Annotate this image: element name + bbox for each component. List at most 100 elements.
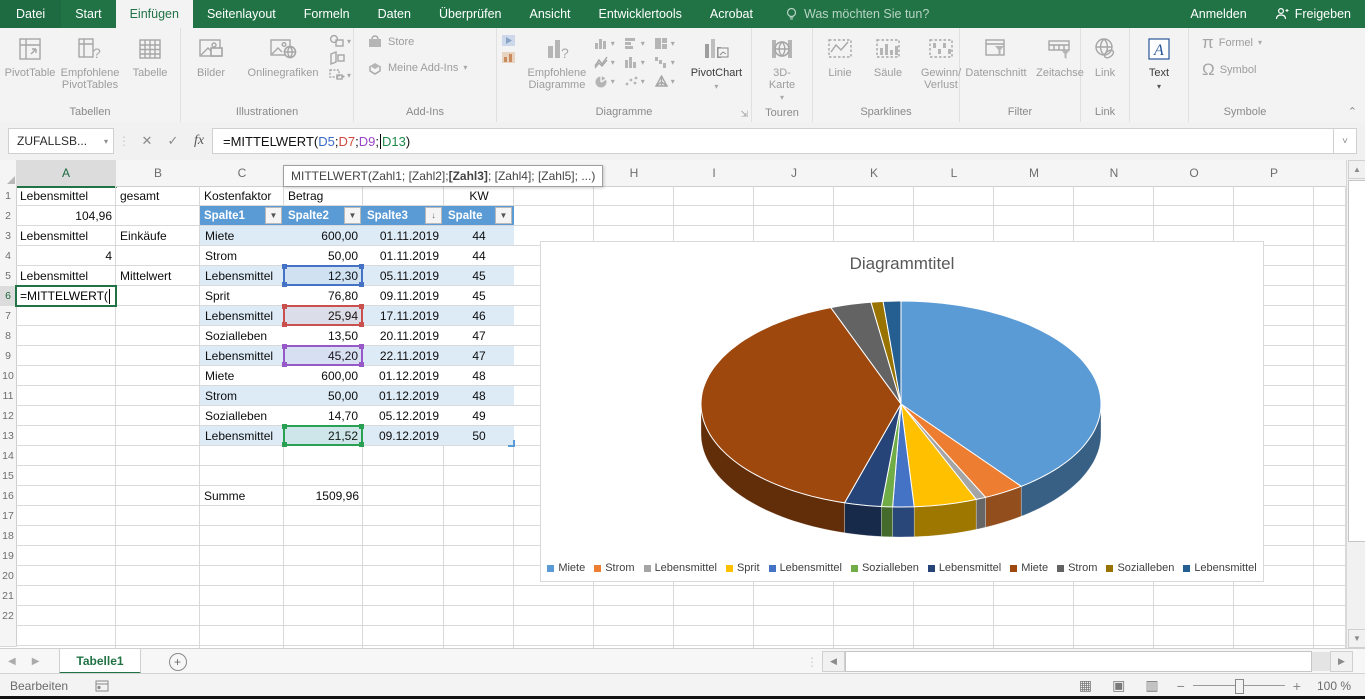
cell-A3[interactable]: Lebensmittel [16, 226, 116, 246]
row-header-11[interactable]: 11 [0, 386, 17, 407]
bilder-button[interactable]: Bilder [185, 32, 237, 81]
cell-B5[interactable]: Mittelwert [116, 266, 200, 286]
sparkline-linie-button[interactable]: Linie [817, 32, 863, 81]
table-cell-C8[interactable]: Sozialleben [200, 326, 284, 345]
horizontal-scroll-thumb[interactable] [845, 651, 1312, 672]
table-cell-F7[interactable]: 46 [444, 306, 514, 325]
table-cell-D11[interactable]: 50,00 [284, 386, 363, 405]
ribbon-tab-datei[interactable]: Datei [0, 0, 61, 28]
row-header-5[interactable]: 5 [0, 266, 17, 287]
table-cell-E4[interactable]: 01.11.2019 [363, 246, 444, 265]
formula-input[interactable]: =MITTELWERT(D5;D7;D9;D13) [212, 128, 1333, 154]
zoom-out-icon[interactable]: − [1177, 678, 1185, 694]
column-header-A[interactable]: A [16, 160, 117, 188]
row-header-12[interactable]: 12 [0, 406, 17, 427]
empfohlene-pivottables-button[interactable]: ? Empfohlene PivotTables [58, 32, 122, 93]
legend-item-2-lebensmittel[interactable]: Lebensmittel [644, 562, 717, 574]
table-cell-D12[interactable]: 14,70 [284, 406, 363, 425]
legend-item-7-miete[interactable]: Miete [1010, 562, 1048, 574]
column-header-K[interactable]: K [834, 160, 915, 187]
smartart-button[interactable] [329, 51, 351, 65]
zoom-slider-thumb[interactable] [1235, 679, 1244, 694]
table-cell-F9[interactable]: 47 [444, 346, 514, 365]
table-header-spalte-3[interactable]: Spalte▼ [444, 206, 514, 225]
chart-waterfall-button[interactable]: ▾ [654, 53, 684, 72]
name-box[interactable]: ZUFALLSB... ▾ [8, 128, 114, 154]
column-header-M[interactable]: M [994, 160, 1075, 187]
table-resize-handle[interactable] [508, 440, 515, 447]
table-cell-F4[interactable]: 44 [444, 246, 514, 265]
scrollbar-resize-handle[interactable]: ⋮ [806, 655, 818, 669]
diagramme-dialog-launcher[interactable]: ⇲ [740, 109, 748, 120]
sort-indicator-icon[interactable]: ↓ [425, 207, 442, 224]
row-header-23[interactable] [0, 626, 17, 647]
symbol-button[interactable]: Ω Symbol [1199, 59, 1259, 80]
table-cell-C7[interactable]: Lebensmittel [200, 306, 284, 325]
pie-slice-side-2-lebensmittel[interactable] [976, 497, 985, 529]
table-cell-C6[interactable]: Sprit [200, 286, 284, 305]
table-cell-F6[interactable]: 45 [444, 286, 514, 305]
scroll-right-icon[interactable]: ▶ [1330, 651, 1353, 672]
row-header-10[interactable]: 10 [0, 366, 17, 387]
macro-record-icon[interactable] [94, 679, 110, 693]
table-header-spalte1-0[interactable]: Spalte1▼ [200, 206, 284, 225]
ribbon-tab-entwicklertools[interactable]: Entwicklertools [585, 0, 696, 28]
chart-pie-button[interactable]: ▾ [594, 72, 624, 91]
cell-A2[interactable]: 104,96 [16, 206, 116, 226]
column-header-partial[interactable] [1314, 160, 1346, 187]
legend-item-6-lebensmittel[interactable]: Lebensmittel [928, 562, 1001, 574]
empfohlene-diagramme-button[interactable]: ? Empfohlene Diagramme [522, 32, 592, 93]
table-cell-F5[interactable]: 45 [444, 266, 514, 285]
select-all-button[interactable] [0, 160, 17, 187]
row-header-16[interactable]: 16 [0, 486, 17, 507]
new-sheet-button[interactable]: + [169, 653, 187, 671]
chart-title[interactable]: Diagrammtitel [541, 254, 1263, 274]
row-header-8[interactable]: 8 [0, 326, 17, 347]
legend-item-1-strom[interactable]: Strom [594, 562, 634, 574]
table-cell-C12[interactable]: Sozialleben [200, 406, 284, 425]
ribbon-tab-ansicht[interactable]: Ansicht [516, 0, 585, 28]
filter-dropdown-icon[interactable]: ▼ [265, 207, 282, 224]
row-header-14[interactable]: 14 [0, 446, 17, 467]
chart-scatter-button[interactable]: ▾ [624, 72, 654, 91]
column-header-O[interactable]: O [1154, 160, 1235, 187]
row-header-1[interactable]: 1 [0, 186, 17, 207]
table-cell-C9[interactable]: Lebensmittel [200, 346, 284, 365]
scroll-up-icon[interactable]: ▲ [1348, 160, 1365, 179]
legend-item-9-sozialleben[interactable]: Sozialleben [1106, 562, 1174, 574]
pivotchart-button[interactable]: PivotChart ▾ [686, 32, 747, 95]
table-cell-F3[interactable]: 44 [444, 226, 514, 245]
table-cell-D4[interactable]: 50,00 [284, 246, 363, 265]
column-header-C[interactable]: C [200, 160, 285, 187]
table-cell-F10[interactable]: 48 [444, 366, 514, 385]
zoom-in-icon[interactable]: + [1293, 678, 1301, 694]
pie-slice-side-5-sozialleben[interactable] [881, 507, 892, 537]
scroll-left-icon[interactable]: ◀ [822, 651, 845, 672]
sparkline-saeule-button[interactable]: Säule [865, 32, 911, 81]
name-box-dropdown-icon[interactable]: ▾ [104, 137, 108, 146]
table-cell-D10[interactable]: 600,00 [284, 366, 363, 385]
row-header-18[interactable]: 18 [0, 526, 17, 547]
row-header-19[interactable]: 19 [0, 546, 17, 567]
sign-in-button[interactable]: Anmelden [1176, 7, 1260, 21]
cell-A5[interactable]: Lebensmittel [16, 266, 116, 286]
row-header-21[interactable]: 21 [0, 586, 17, 607]
chart-column2-button[interactable]: ▾ [624, 53, 654, 72]
filter-dropdown-icon[interactable]: ▼ [495, 207, 512, 224]
column-header-I[interactable]: I [674, 160, 755, 187]
table-cell-F8[interactable]: 47 [444, 326, 514, 345]
table-cell-E9[interactable]: 22.11.2019 [363, 346, 444, 365]
horizontal-scrollbar[interactable]: ⋮ ◀ ▶ [802, 649, 1353, 674]
store-button[interactable]: Store [364, 32, 417, 51]
table-cell-E12[interactable]: 05.12.2019 [363, 406, 444, 425]
horizontal-scroll-track[interactable] [1312, 652, 1330, 671]
table-cell-D3[interactable]: 600,00 [284, 226, 363, 245]
link-button[interactable]: Link [1079, 32, 1131, 81]
cell-C16[interactable]: Summe [200, 486, 284, 506]
pivottable-button[interactable]: PivotTable [4, 32, 56, 81]
confirm-entry-button[interactable]: ✓ [160, 129, 186, 153]
row-header-17[interactable]: 17 [0, 506, 17, 527]
table-cell-C10[interactable]: Miete [200, 366, 284, 385]
chart-hierarchy-button[interactable]: ▾ [654, 34, 684, 53]
legend-item-10-lebensmittel[interactable]: Lebensmittel [1183, 562, 1256, 574]
